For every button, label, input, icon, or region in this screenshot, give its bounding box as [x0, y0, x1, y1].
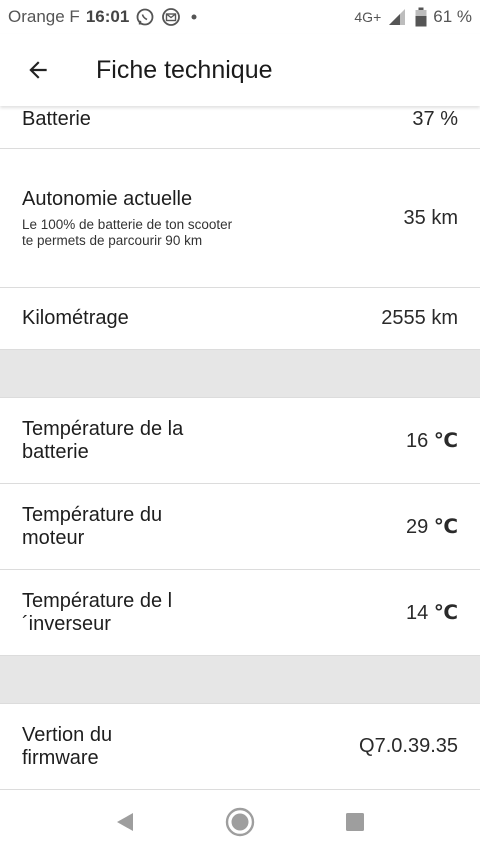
inverter-temperature-unit: ℃ — [433, 602, 458, 624]
mileage-value: 2555 km — [381, 307, 458, 329]
system-nav-bar — [0, 790, 480, 853]
battery-label: Batterie — [22, 108, 91, 130]
motor-temperature-label: Température du moteur — [22, 503, 163, 549]
mileage-label: Kilométrage — [22, 307, 129, 329]
inverter-temperature-label: Température de l´inverseur — [22, 589, 173, 635]
network-type: 4G+ — [354, 9, 382, 25]
section-separator — [0, 656, 480, 704]
nav-home-button[interactable] — [183, 790, 298, 853]
notification-dot-icon — [187, 10, 201, 24]
arrow-left-icon — [25, 57, 51, 83]
spec-list: Batterie 37 % Autonomie actuelle Le 100%… — [0, 106, 480, 790]
carrier-name: Orange F — [8, 7, 80, 26]
battery-temperature-label: Température de la batterie — [22, 417, 184, 463]
app-bar: Fiche technique — [0, 34, 480, 106]
row-range: Autonomie actuelle Le 100% de batterie d… — [0, 149, 480, 288]
battery-temperature-value: 16 ℃ — [406, 428, 458, 453]
back-button[interactable] — [0, 34, 76, 106]
row-motor-temperature: Température du moteur 29 ℃ — [0, 484, 480, 570]
range-text: Autonomie actuelle Le 100% de batterie d… — [22, 188, 242, 249]
battery-temperature-number: 16 — [405, 430, 429, 452]
range-description: Le 100% de batterie de ton scooter te pe… — [22, 216, 233, 248]
battery-value: 37 % — [412, 108, 458, 130]
row-inverter-temperature: Température de l´inverseur 14 ℃ — [0, 570, 480, 656]
range-value: 35 km — [403, 206, 458, 229]
inverter-temperature-value: 14 ℃ — [406, 600, 458, 625]
status-bar: Orange F 16:01 4G+ 61 % — [0, 0, 480, 34]
motor-temperature-unit: ℃ — [433, 516, 458, 538]
motor-temperature-value: 29 ℃ — [406, 514, 458, 539]
motor-temperature-number: 29 — [405, 516, 429, 538]
nav-recents-button[interactable] — [298, 790, 413, 853]
firmware-value: Q7.0.39.35 — [359, 735, 458, 757]
status-time: 16:01 — [85, 7, 130, 26]
nav-back-button[interactable] — [68, 790, 183, 853]
firmware-label: Vertion du firmware — [22, 723, 113, 769]
signal-icon — [387, 8, 409, 26]
inverter-temperature-number: 14 — [405, 602, 429, 624]
row-battery-temperature: Température de la batterie 16 ℃ — [0, 398, 480, 484]
page-title: Fiche technique — [96, 55, 273, 84]
battery-temperature-unit: ℃ — [433, 430, 458, 452]
row-firmware: Vertion du firmware Q7.0.39.35 — [0, 704, 480, 790]
battery-percent: 61 % — [433, 7, 472, 26]
section-separator — [0, 350, 480, 398]
row-mileage: Kilométrage 2555 km — [0, 288, 480, 350]
square-recents-icon — [344, 811, 366, 833]
triangle-back-icon — [114, 811, 136, 833]
mail-icon — [161, 7, 181, 27]
whatsapp-icon — [135, 7, 155, 27]
range-label: Autonomie actuelle — [22, 187, 193, 210]
battery-icon — [415, 7, 427, 27]
circle-home-icon — [224, 806, 256, 838]
row-battery: Batterie 37 % — [0, 106, 480, 149]
